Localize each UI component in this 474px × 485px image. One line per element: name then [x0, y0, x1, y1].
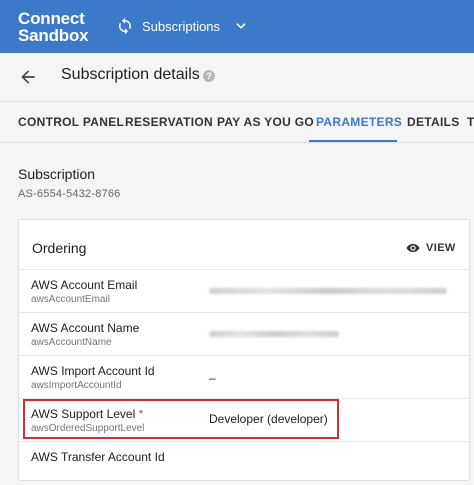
back-arrow-icon[interactable] — [18, 67, 38, 87]
tab-bar: CONTROL PANEL RESERVATION PAY AS YOU GO … — [0, 102, 474, 143]
subscription-id: AS-6554-5432-8766 — [18, 188, 121, 200]
tab-control-panel[interactable]: CONTROL PANEL — [18, 115, 124, 129]
param-row-aws-import-account-id: AWS Import Account Id awsImportAccountId… — [19, 355, 469, 399]
tab-details[interactable]: DETAILS — [407, 115, 460, 129]
view-button[interactable]: VIEW — [406, 241, 456, 255]
tab-reservation[interactable]: RESERVATION — [125, 115, 213, 129]
section-switcher[interactable]: Subscriptions — [116, 17, 248, 35]
param-key: awsAccountName — [31, 337, 112, 348]
subscription-label: Subscription — [18, 166, 96, 182]
ordering-title: Ordering — [32, 240, 87, 256]
param-row-aws-account-email: AWS Account Email awsAccountEmail — [19, 269, 469, 313]
view-label: VIEW — [426, 242, 456, 254]
page-title: Subscription details — [61, 66, 200, 83]
param-value: – — [209, 371, 216, 385]
app-topbar: Connect Sandbox Subscriptions — [0, 0, 474, 53]
param-key: awsAccountEmail — [31, 294, 110, 305]
redacted-value — [209, 331, 339, 337]
param-row-aws-transfer-account-id: AWS Transfer Account Id — [19, 441, 469, 485]
param-label: AWS Import Account Id — [31, 364, 155, 378]
param-label: AWS Account Name — [31, 321, 140, 335]
param-label: AWS Account Email — [31, 278, 138, 292]
tab-pay-as-you-go[interactable]: PAY AS YOU GO — [217, 115, 314, 129]
active-tab-indicator — [309, 140, 397, 142]
eye-icon — [406, 243, 420, 253]
tab-overflow[interactable]: T — [467, 115, 474, 129]
param-row-aws-account-name: AWS Account Name awsAccountName — [19, 312, 469, 356]
page-header: Subscription details ? — [0, 53, 474, 102]
section-label: Subscriptions — [142, 18, 221, 34]
highlight-box — [23, 399, 339, 439]
help-icon[interactable]: ? — [203, 70, 215, 82]
ordering-card: Ordering VIEW AWS Account Email awsAccou… — [18, 219, 470, 481]
tab-parameters[interactable]: PARAMETERS — [316, 115, 402, 129]
brand-line2: Sandbox — [18, 26, 89, 45]
chevron-down-icon — [236, 23, 246, 29]
sync-icon — [119, 17, 131, 35]
redacted-value — [209, 288, 447, 294]
brand-logo[interactable]: Connect Sandbox — [18, 10, 89, 45]
param-key: awsImportAccountId — [31, 380, 122, 391]
